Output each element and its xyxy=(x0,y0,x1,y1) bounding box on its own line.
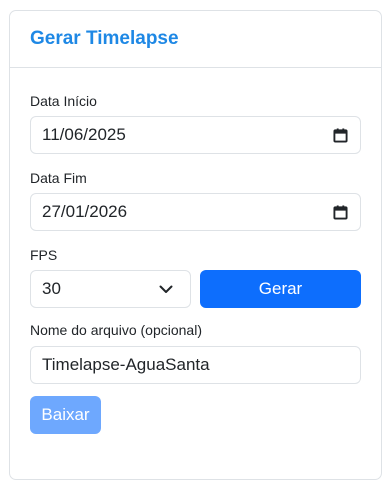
calendar-icon[interactable] xyxy=(333,205,348,220)
generate-button[interactable]: Gerar xyxy=(200,270,361,308)
chevron-down-icon xyxy=(159,285,173,293)
fps-label: FPS xyxy=(30,247,58,263)
filename-value: Timelapse-AguaSanta xyxy=(42,355,210,374)
filename-label: Nome do arquivo (opcional) xyxy=(30,322,202,338)
card-header: Gerar Timelapse xyxy=(10,11,381,68)
timelapse-card: Gerar Timelapse Data Início 11/06/2025 D… xyxy=(9,10,382,480)
end-date-input[interactable]: 27/01/2026 xyxy=(30,193,361,231)
fps-value: 30 xyxy=(42,279,61,298)
end-date-value: 27/01/2026 xyxy=(42,202,128,221)
start-date-label: Data Início xyxy=(30,93,97,109)
card-title: Gerar Timelapse xyxy=(30,28,179,49)
download-button[interactable]: Baixar xyxy=(30,396,101,434)
calendar-icon[interactable] xyxy=(333,128,348,143)
end-date-label: Data Fim xyxy=(30,170,87,186)
start-date-input[interactable]: 11/06/2025 xyxy=(30,116,361,154)
start-date-value: 11/06/2025 xyxy=(42,125,126,144)
fps-select[interactable]: 30 xyxy=(30,270,191,308)
filename-input[interactable]: Timelapse-AguaSanta xyxy=(30,346,361,384)
